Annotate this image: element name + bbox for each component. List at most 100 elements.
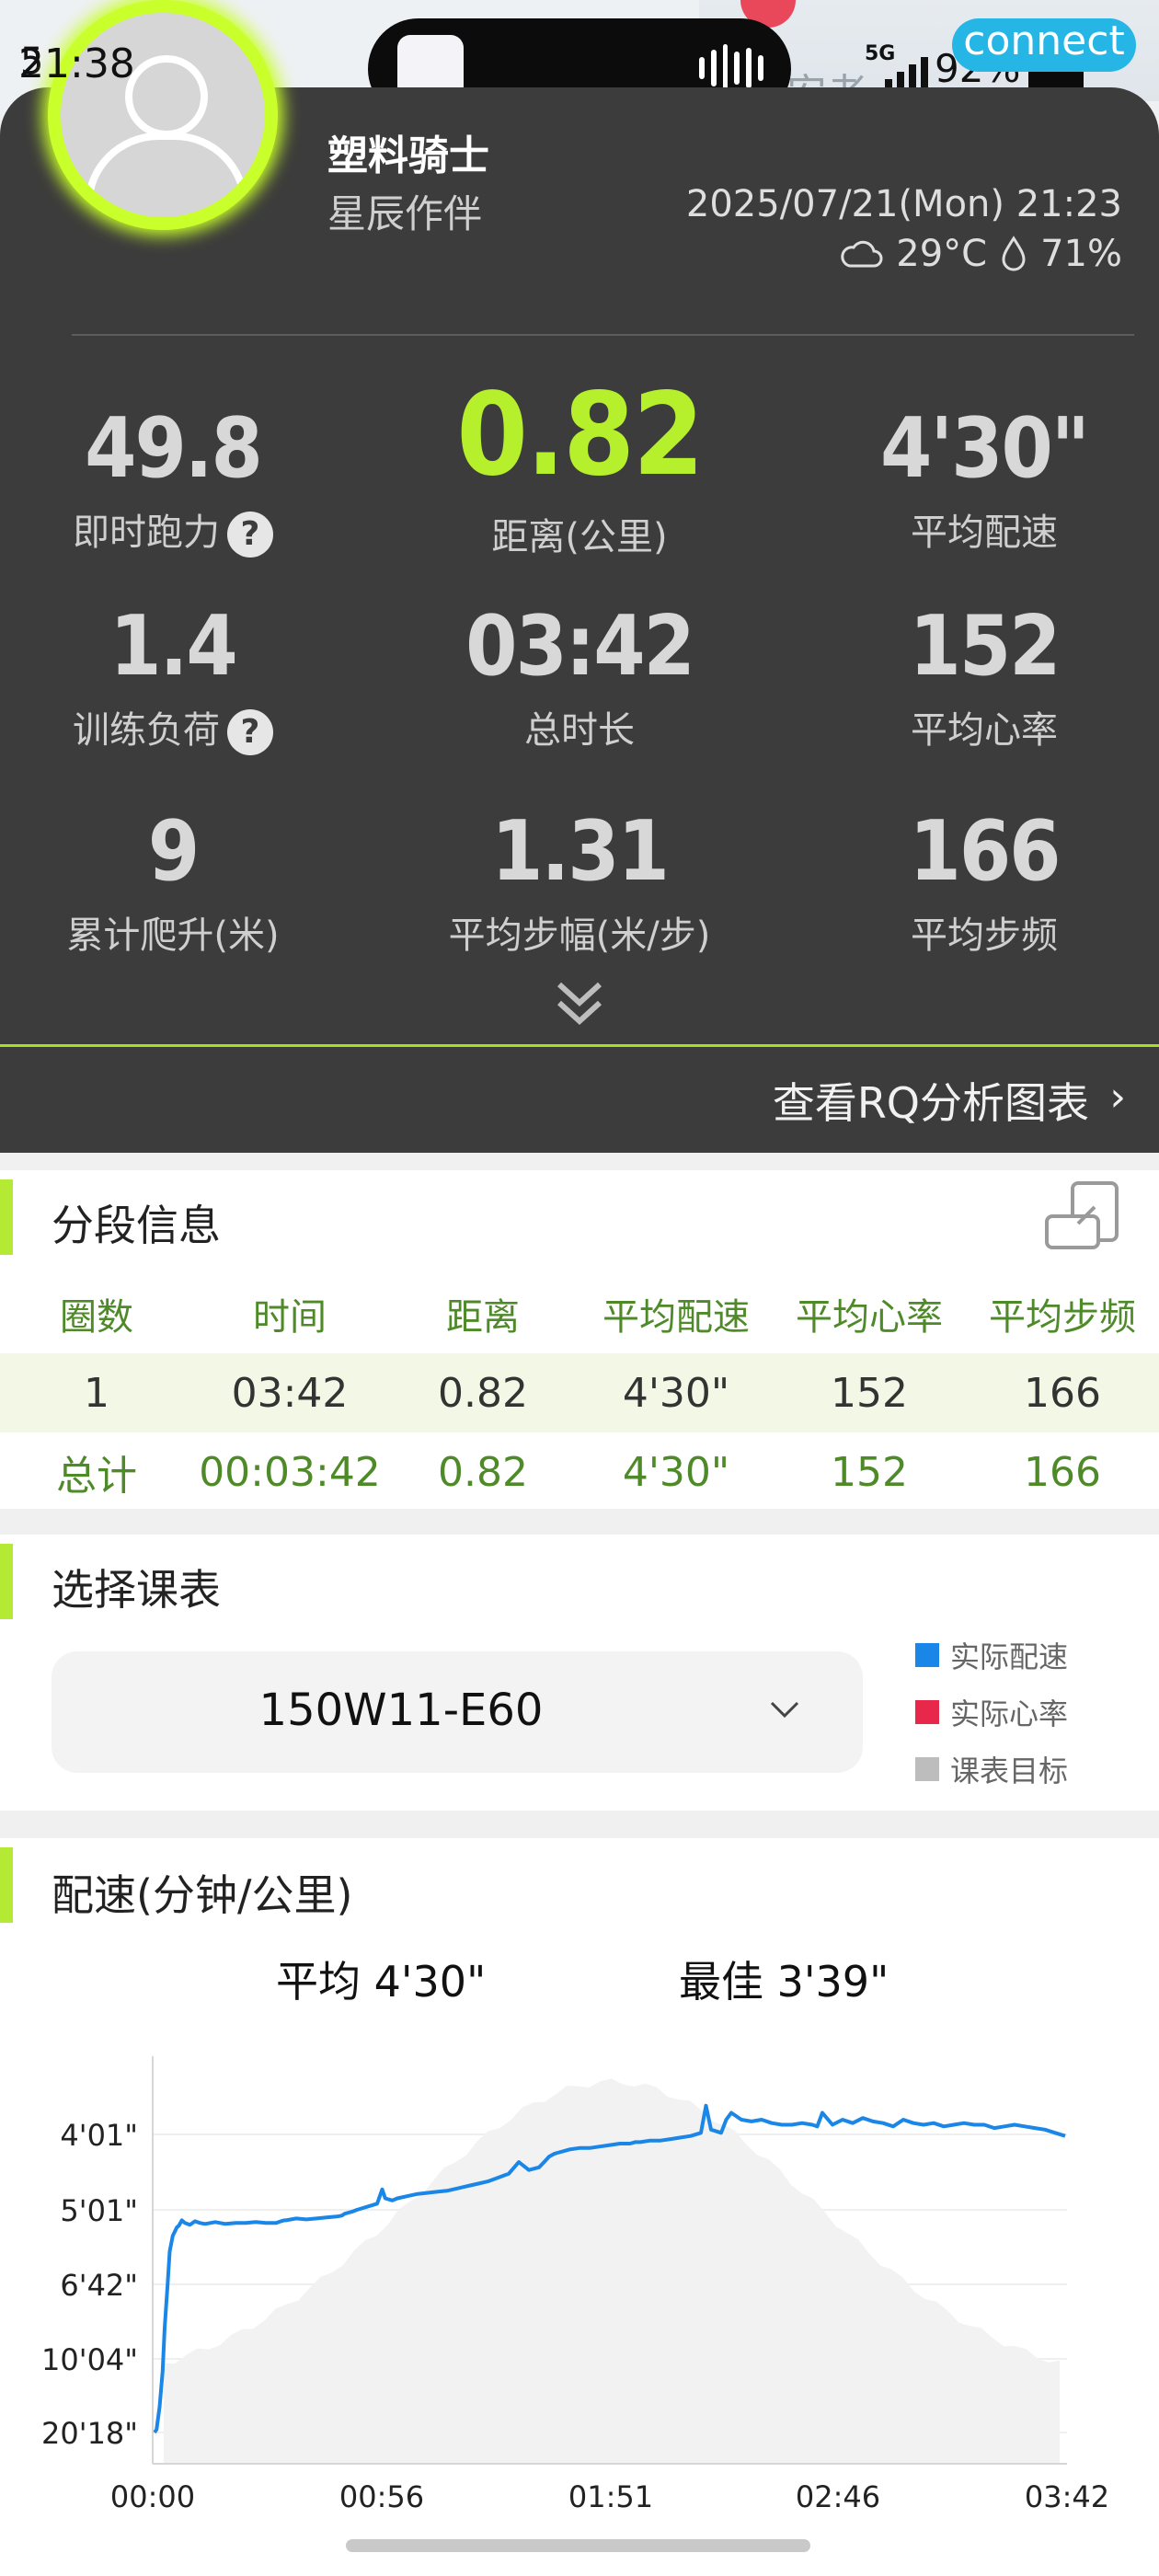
table-cell: 152 [831, 1448, 908, 1496]
col-header: 平均步频 [989, 1296, 1136, 1339]
plan-target-shape [164, 2078, 1060, 2464]
weather-info: 29°C 71% [841, 233, 1122, 275]
home-indicator[interactable] [346, 2539, 810, 2552]
humidity-drop-icon [1002, 236, 1026, 271]
table-cell: 152 [831, 1369, 908, 1417]
col-header: 圈数 [60, 1296, 133, 1339]
table-cell: 03:42 [231, 1369, 349, 1417]
metric-stride: 1.31 平均步幅(米/步) [386, 803, 773, 959]
col-header: 平均配速 [602, 1296, 750, 1339]
metric-value: 152 [909, 598, 1061, 695]
table-cell: 4'30" [622, 1369, 730, 1417]
temperature: 29°C [896, 233, 988, 275]
legend-label: 实际配速 [950, 1639, 1069, 1674]
chevron-down-icon [770, 1701, 799, 1719]
plan-selected: 150W11-E60 [258, 1685, 544, 1736]
metric-value: 0.82 [456, 369, 704, 501]
metric-label: 平均步幅(米/步) [448, 914, 711, 957]
metric-running-power: 49.8 即时跑力? [0, 400, 366, 558]
metric-duration: 03:42 总时长 [386, 598, 773, 753]
section-accent [0, 1179, 13, 1255]
y-tick-label: 5'01" [60, 2193, 138, 2228]
avatar-head [125, 55, 208, 138]
x-tick-label: 00:00 [110, 2479, 195, 2514]
x-axis-ticks: 00:00 00:56 01:51 02:46 03:42 [110, 2479, 1109, 2514]
chevron-right-icon[interactable]: › [1109, 1074, 1126, 1121]
metric-value: 49.8 [85, 400, 263, 497]
plan-title: 选择课表 [52, 1565, 221, 1615]
metric-value: 1.31 [491, 803, 670, 900]
y-tick-label: 6'42" [60, 2268, 138, 2303]
metric-cadence: 166 平均步频 [791, 803, 1159, 959]
table-cell: 00:03:42 [199, 1448, 381, 1496]
metric-distance: 0.82 距离(公里) [386, 369, 773, 560]
table-cell: 1 [84, 1369, 109, 1417]
metric-elevation: 9 累计爬升(米) [0, 803, 366, 959]
y-tick-label: 4'01" [60, 2118, 138, 2153]
legend-item[interactable]: 实际配速 [915, 1627, 1068, 1684]
legend-swatch [915, 1700, 939, 1724]
export-icon[interactable] [1041, 1179, 1124, 1253]
metric-value: 4'30" [880, 400, 1090, 497]
table-cell: 166 [1024, 1448, 1101, 1496]
plan-target-area [164, 2078, 1060, 2464]
metric-label: 平均步频 [911, 914, 1058, 957]
audio-wave-icon [699, 44, 763, 92]
table-cell: 0.82 [438, 1369, 528, 1417]
help-icon[interactable]: ? [227, 512, 273, 558]
rq-analysis-link[interactable]: 查看RQ分析图表 [773, 1070, 1089, 1131]
x-tick-label: 03:42 [1025, 2479, 1109, 2514]
metric-label: 平均配速 [911, 512, 1058, 554]
metric-value: 1.4 [109, 598, 237, 695]
metric-label: 总时长 [524, 709, 635, 752]
avatar[interactable] [48, 0, 278, 230]
user-title: 星辰作伴 [327, 191, 483, 236]
legend-item[interactable]: 课表目标 [915, 1741, 1068, 1798]
col-header: 距离 [446, 1296, 520, 1339]
avg-pace-stat: 平均 4'30" [276, 1957, 487, 2007]
table-row[interactable]: 1 03:42 0.82 4'30" 152 166 [0, 1353, 1159, 1432]
metric-label: 即时跑力 [73, 512, 220, 554]
clock: 21:38 [18, 40, 135, 87]
y-tick-label: 10'04" [41, 2342, 138, 2377]
metric-value: 9 [147, 803, 200, 900]
metric-label: 训练负荷 [73, 709, 220, 752]
legend-label: 课表目标 [950, 1754, 1069, 1788]
legend-swatch [915, 1757, 939, 1781]
table-cell: 0.82 [438, 1448, 528, 1496]
pace-chart[interactable]: 4'01" 5'01" 6'42" 10'04" 20'18" 00:00 00:56 01… [0, 2024, 1159, 2521]
table-cell: 166 [1024, 1369, 1101, 1417]
metric-avg-hr: 152 平均心率 [791, 598, 1159, 753]
metric-value: 03:42 [465, 598, 695, 695]
metric-value: 166 [909, 803, 1061, 900]
avatar-body [85, 132, 248, 217]
col-header: 时间 [253, 1296, 327, 1339]
user-name: 塑料骑士 [327, 132, 489, 179]
metric-training-load: 1.4 训练负荷? [0, 598, 366, 755]
x-tick-label: 02:46 [796, 2479, 880, 2514]
y-tick-label: 20'18" [41, 2416, 138, 2451]
splits-title: 分段信息 [52, 1201, 221, 1250]
section-accent [0, 1544, 13, 1619]
col-header: 平均心率 [796, 1296, 943, 1339]
legend-label: 实际心率 [950, 1696, 1069, 1731]
plan-dropdown[interactable]: 150W11-E60 [52, 1651, 863, 1773]
section-accent [0, 1847, 13, 1923]
connect-badge[interactable]: connect [952, 18, 1136, 72]
table-cell: 总计 [56, 1453, 137, 1500]
humidity: 71% [1040, 233, 1122, 275]
expand-chevron-icon[interactable] [552, 975, 607, 1030]
splits-table: 圈数 时间 距离 平均配速 平均心率 平均步频 1 03:42 0.82 4'3… [0, 1274, 1159, 1512]
activity-datetime: 2025/07/21(Mon) 21:23 [685, 183, 1122, 225]
table-row-total: 总计 00:03:42 0.82 4'30" 152 166 [0, 1432, 1159, 1512]
table-cell: 4'30" [622, 1448, 730, 1496]
activity-summary-card: 塑料骑士 星辰作伴 2025/07/21(Mon) 21:23 29°C 71%… [0, 87, 1159, 1153]
metric-label: 累计爬升(米) [66, 914, 280, 957]
legend-item[interactable]: 实际心率 [915, 1684, 1068, 1741]
divider [72, 334, 1134, 336]
legend-swatch [915, 1643, 939, 1667]
help-icon[interactable]: ? [227, 709, 273, 755]
chart-legend: 实际配速 实际心率 课表目标 [915, 1627, 1068, 1798]
best-pace-stat: 最佳 3'39" [679, 1957, 889, 2007]
x-tick-label: 00:56 [339, 2479, 424, 2514]
